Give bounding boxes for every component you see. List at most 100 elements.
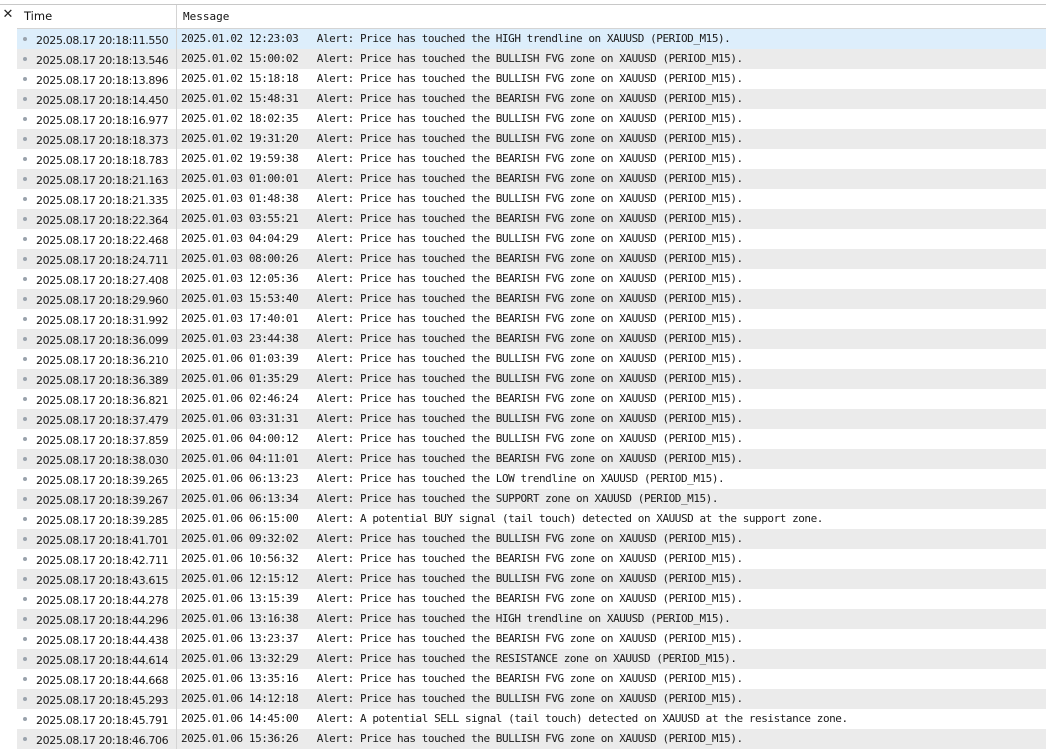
log-row[interactable]: 2025.08.17 20:18:44.438 2025.01.06 13:23:… [17,629,1046,649]
log-row[interactable]: 2025.08.17 20:18:22.468 2025.01.03 04:04:… [17,229,1046,249]
log-time-cell: 2025.08.17 20:18:39.265 [17,469,177,489]
log-row[interactable]: 2025.08.17 20:18:46.706 2025.01.06 15:36:… [17,729,1046,749]
log-time-cell: 2025.08.17 20:18:18.373 [17,129,177,149]
log-row[interactable]: 2025.08.17 20:18:37.479 2025.01.06 03:31:… [17,409,1046,429]
log-time-cell: 2025.08.17 20:18:36.389 [17,369,177,389]
bullet-icon [23,116,27,121]
log-time: 2025.08.17 20:18:21.335 [36,194,169,207]
log-row[interactable]: 2025.08.17 20:18:11.550 2025.01.02 12:23:… [17,29,1046,49]
log-row[interactable]: 2025.08.17 20:18:39.265 2025.01.06 06:13:… [17,469,1046,489]
log-row[interactable]: 2025.08.17 20:18:29.960 2025.01.03 15:53:… [17,289,1046,309]
bullet-icon [23,196,27,201]
log-time: 2025.08.17 20:18:27.408 [36,274,169,287]
log-message: 2025.01.02 19:59:38 Alert: Price has tou… [181,152,743,165]
log-row[interactable]: 2025.08.17 20:18:45.791 2025.01.06 14:45:… [17,709,1046,729]
bullet-icon [23,476,27,481]
log-row[interactable]: 2025.08.17 20:18:42.711 2025.01.06 10:56:… [17,549,1046,569]
log-time-cell: 2025.08.17 20:18:37.859 [17,429,177,449]
log-time: 2025.08.17 20:18:22.468 [36,234,169,247]
log-row[interactable]: 2025.08.17 20:18:36.821 2025.01.06 02:46:… [17,389,1046,409]
bullet-icon [23,356,27,361]
bullet-icon [23,716,27,721]
log-message: 2025.01.06 14:45:00 Alert: A potential S… [181,712,848,725]
bullet-icon [23,156,27,161]
log-message: 2025.01.06 12:15:12 Alert: Price has tou… [181,572,743,585]
bullet-icon [23,596,27,601]
log-row[interactable]: 2025.08.17 20:18:22.364 2025.01.03 03:55:… [17,209,1046,229]
column-header-time[interactable]: Time [17,5,177,28]
log-message: 2025.01.03 04:04:29 Alert: Price has tou… [181,232,743,245]
log-row[interactable]: 2025.08.17 20:18:39.267 2025.01.06 06:13:… [17,489,1046,509]
log-row[interactable]: 2025.08.17 20:18:21.335 2025.01.03 01:48:… [17,189,1046,209]
panel-left-strip [0,5,17,751]
log-row[interactable]: 2025.08.17 20:18:27.408 2025.01.03 12:05:… [17,269,1046,289]
log-time-cell: 2025.08.17 20:18:18.783 [17,149,177,169]
bullet-icon [23,36,27,41]
log-message: 2025.01.03 08:00:26 Alert: Price has tou… [181,252,743,265]
log-time: 2025.08.17 20:18:36.389 [36,374,169,387]
log-message: 2025.01.06 13:16:38 Alert: Price has tou… [181,612,731,625]
bullet-icon [23,136,27,141]
log-message: 2025.01.06 13:35:16 Alert: Price has tou… [181,672,743,685]
log-row[interactable]: 2025.08.17 20:18:36.210 2025.01.06 01:03:… [17,349,1046,369]
log-row[interactable]: 2025.08.17 20:18:45.293 2025.01.06 14:12:… [17,689,1046,709]
log-row[interactable]: 2025.08.17 20:18:18.783 2025.01.02 19:59:… [17,149,1046,169]
bullet-icon [23,696,27,701]
log-time: 2025.08.17 20:18:11.550 [36,34,169,47]
log-time-cell: 2025.08.17 20:18:39.285 [17,509,177,529]
bullet-icon [23,256,27,261]
log-row[interactable]: 2025.08.17 20:18:44.296 2025.01.06 13:16:… [17,609,1046,629]
log-list: 2025.08.17 20:18:11.550 2025.01.02 12:23:… [17,29,1046,749]
log-row[interactable]: 2025.08.17 20:18:44.278 2025.01.06 13:15:… [17,589,1046,609]
log-time-cell: 2025.08.17 20:18:45.791 [17,709,177,729]
log-row[interactable]: 2025.08.17 20:18:18.373 2025.01.02 19:31:… [17,129,1046,149]
log-time-cell: 2025.08.17 20:18:45.293 [17,689,177,709]
log-message: 2025.01.03 03:55:21 Alert: Price has tou… [181,212,743,225]
log-row[interactable]: 2025.08.17 20:18:38.030 2025.01.06 04:11:… [17,449,1046,469]
log-row[interactable]: 2025.08.17 20:18:36.099 2025.01.03 23:44:… [17,329,1046,349]
log-message: 2025.01.02 15:18:18 Alert: Price has tou… [181,72,743,85]
log-time: 2025.08.17 20:18:39.285 [36,514,169,527]
log-row[interactable]: 2025.08.17 20:18:13.546 2025.01.02 15:00:… [17,49,1046,69]
log-time-cell: 2025.08.17 20:18:41.701 [17,529,177,549]
log-message: 2025.01.06 03:31:31 Alert: Price has tou… [181,412,743,425]
log-row[interactable]: 2025.08.17 20:18:39.285 2025.01.06 06:15:… [17,509,1046,529]
log-row[interactable]: 2025.08.17 20:18:44.668 2025.01.06 13:35:… [17,669,1046,689]
log-row[interactable]: 2025.08.17 20:18:37.859 2025.01.06 04:00:… [17,429,1046,449]
column-header-message[interactable]: Message [177,5,1046,28]
log-time-cell: 2025.08.17 20:18:42.711 [17,549,177,569]
log-message: 2025.01.03 01:00:01 Alert: Price has tou… [181,172,743,185]
log-row[interactable]: 2025.08.17 20:18:16.977 2025.01.02 18:02:… [17,109,1046,129]
bullet-icon [23,296,27,301]
log-time-cell: 2025.08.17 20:18:13.896 [17,69,177,89]
log-time: 2025.08.17 20:18:16.977 [36,114,169,127]
close-icon[interactable]: ✕ [1,7,15,23]
log-row[interactable]: 2025.08.17 20:18:43.615 2025.01.06 12:15:… [17,569,1046,589]
log-time: 2025.08.17 20:18:21.163 [36,174,169,187]
log-row[interactable]: 2025.08.17 20:18:13.896 2025.01.02 15:18:… [17,69,1046,89]
log-time: 2025.08.17 20:18:46.706 [36,734,169,747]
log-message: 2025.01.02 18:02:35 Alert: Price has tou… [181,112,743,125]
log-row[interactable]: 2025.08.17 20:18:14.450 2025.01.02 15:48:… [17,89,1046,109]
log-time: 2025.08.17 20:18:37.859 [36,434,169,447]
log-row[interactable]: 2025.08.17 20:18:31.992 2025.01.03 17:40:… [17,309,1046,329]
log-message: 2025.01.06 06:13:34 Alert: Price has tou… [181,492,719,505]
bullet-icon [23,636,27,641]
log-time: 2025.08.17 20:18:18.373 [36,134,169,147]
column-header: Time Message [17,5,1046,29]
bullet-icon [23,576,27,581]
bullet-icon [23,236,27,241]
log-time-cell: 2025.08.17 20:18:39.267 [17,489,177,509]
log-row[interactable]: 2025.08.17 20:18:36.389 2025.01.06 01:35:… [17,369,1046,389]
log-time-cell: 2025.08.17 20:18:43.615 [17,569,177,589]
log-time-cell: 2025.08.17 20:18:36.099 [17,329,177,349]
log-time: 2025.08.17 20:18:37.479 [36,414,169,427]
log-row[interactable]: 2025.08.17 20:18:21.163 2025.01.03 01:00:… [17,169,1046,189]
log-time-cell: 2025.08.17 20:18:36.210 [17,349,177,369]
log-row[interactable]: 2025.08.17 20:18:44.614 2025.01.06 13:32:… [17,649,1046,669]
log-message: 2025.01.03 12:05:36 Alert: Price has tou… [181,272,743,285]
log-row[interactable]: 2025.08.17 20:18:24.711 2025.01.03 08:00:… [17,249,1046,269]
log-time: 2025.08.17 20:18:45.293 [36,694,169,707]
bullet-icon [23,76,27,81]
log-row[interactable]: 2025.08.17 20:18:41.701 2025.01.06 09:32:… [17,529,1046,549]
